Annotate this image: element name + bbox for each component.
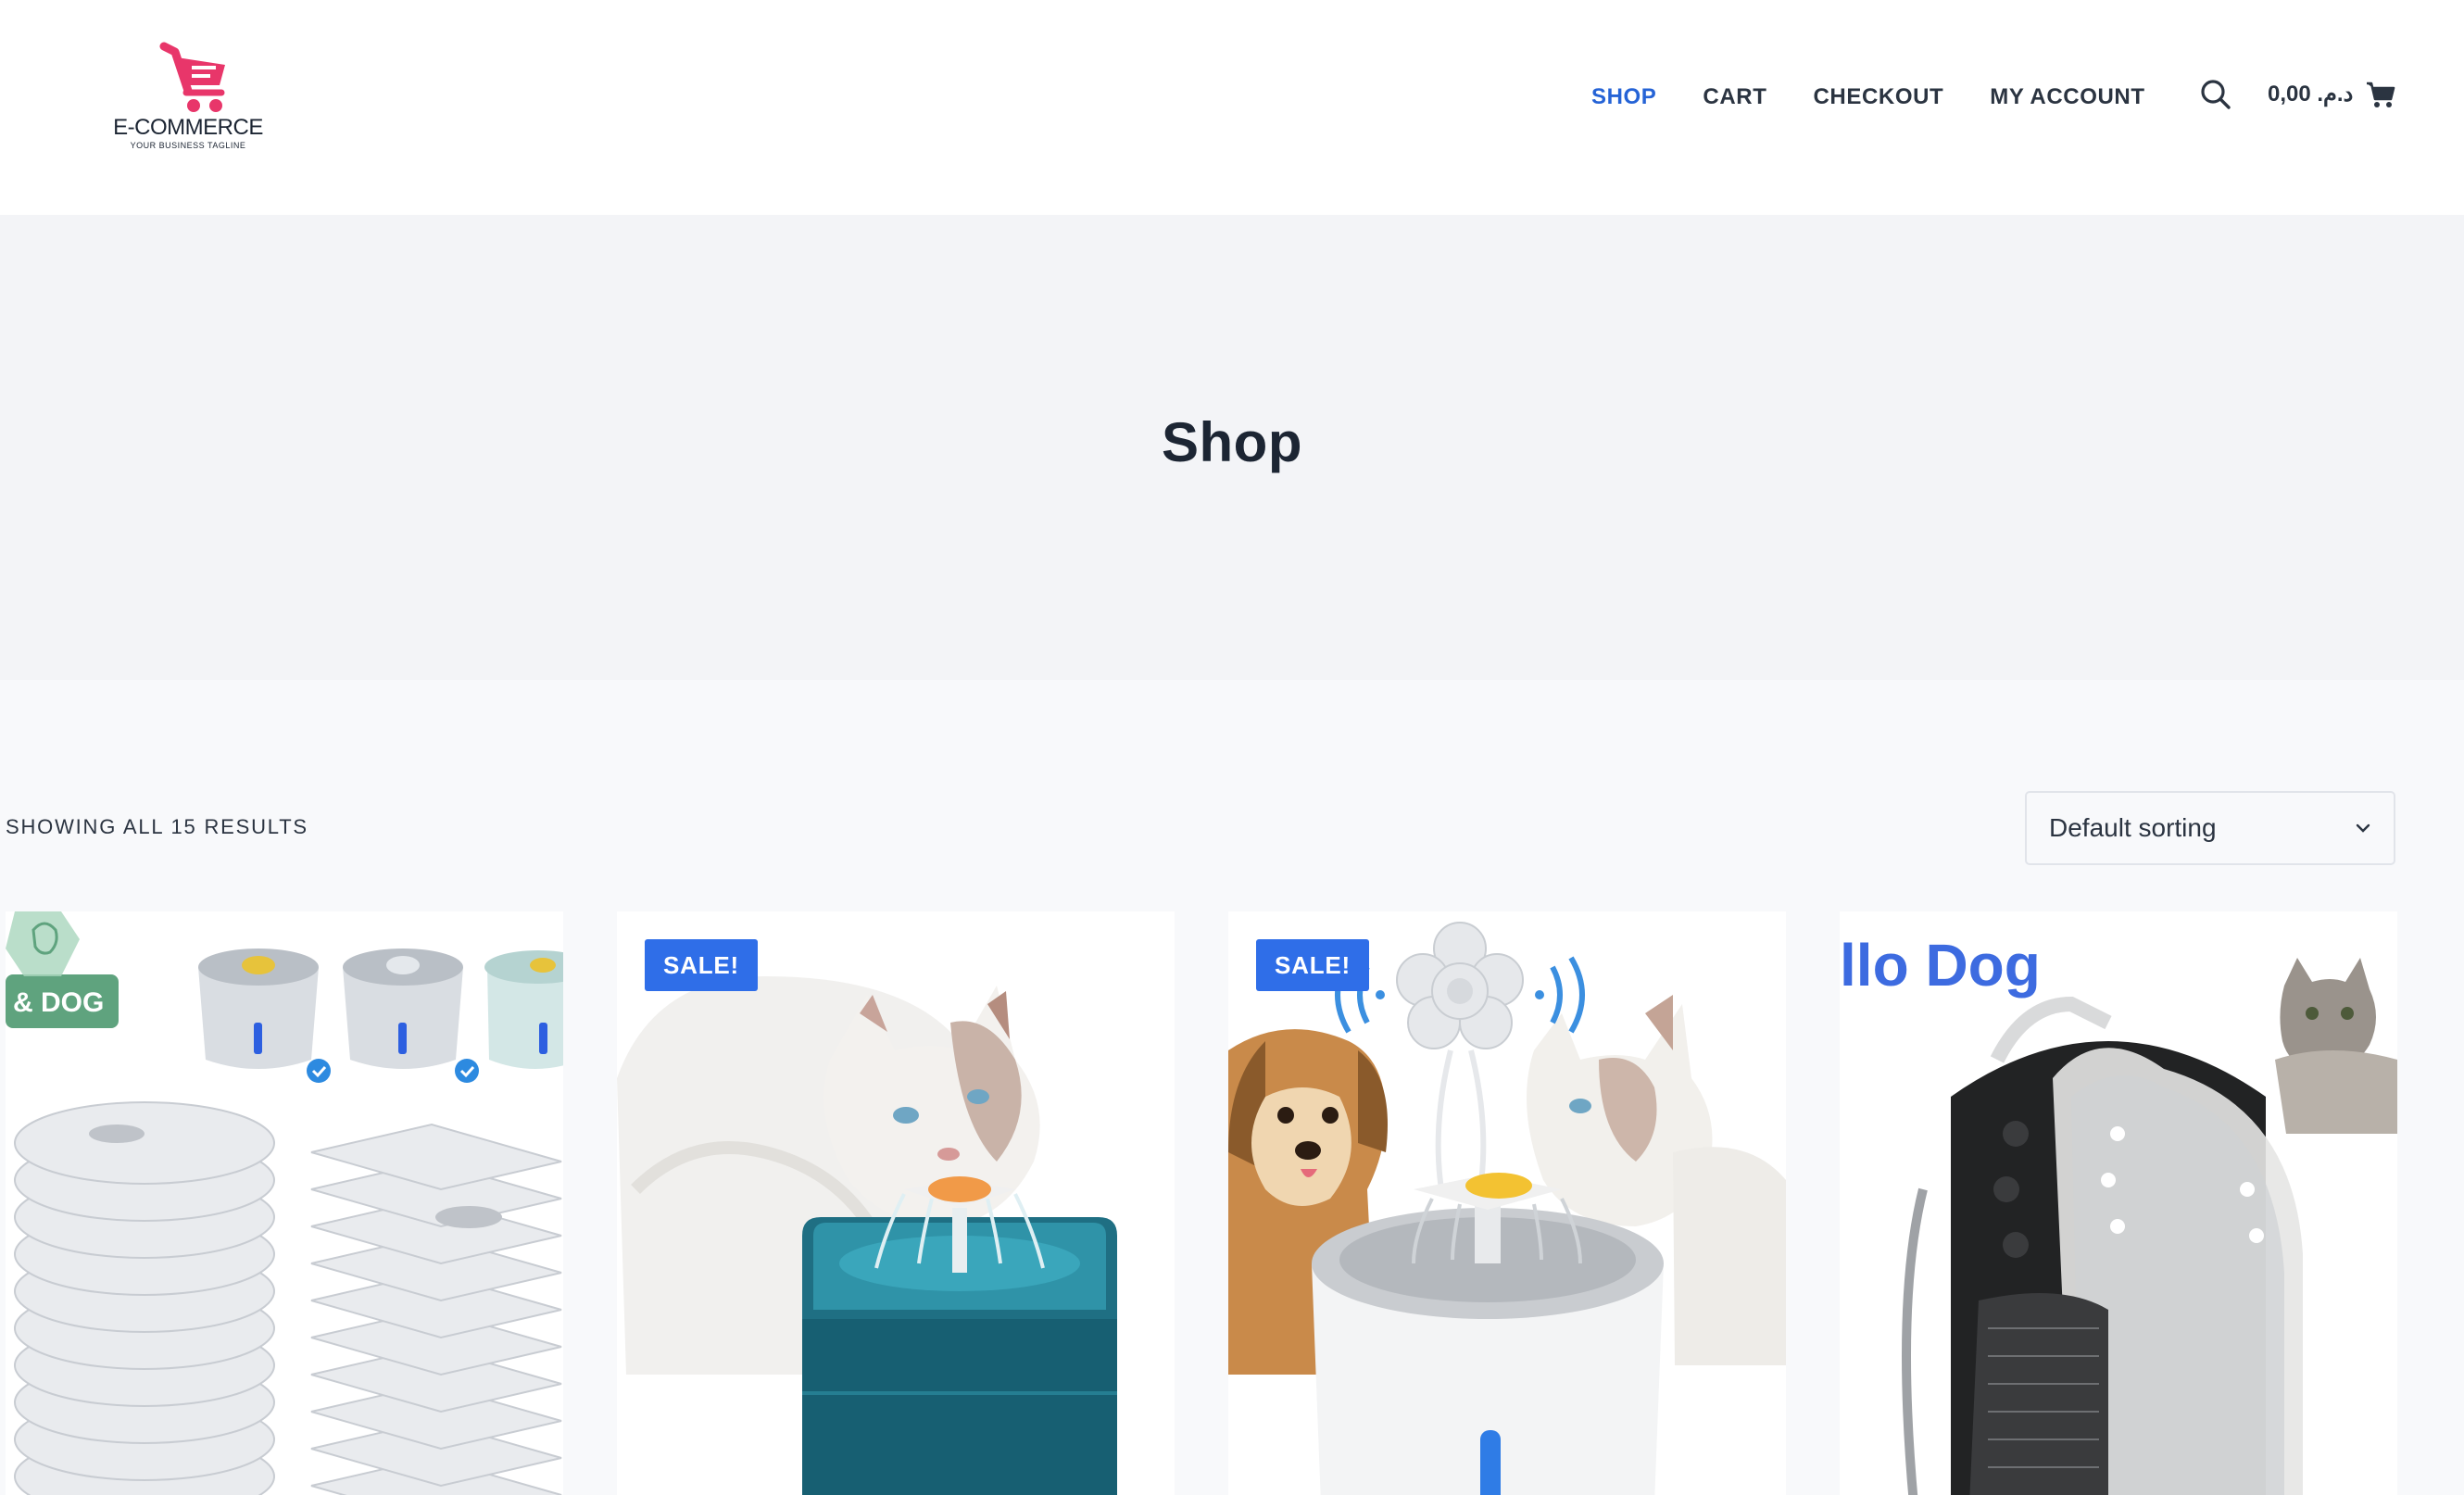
chevron-down-icon	[2356, 823, 2370, 833]
product-image-text: llo Dog	[1840, 932, 2041, 999]
site-header: E-COMMERCE YOUR BUSINESS TAGLINE SHOP CA…	[0, 0, 2464, 215]
cart-icon	[2367, 82, 2395, 107]
product-image	[1228, 911, 1786, 1495]
nav-shop[interactable]: SHOP	[1591, 82, 1656, 113]
cart-button[interactable]	[2366, 76, 2399, 113]
product-card[interactable]: & DOG	[6, 911, 563, 1495]
product-card[interactable]: llo Dog	[1840, 911, 2397, 1495]
sale-badge: SALE!	[1256, 939, 1369, 991]
nav-my-account[interactable]: MY ACCOUNT	[1990, 82, 2144, 113]
logo-tagline: YOUR BUSINESS TAGLINE	[130, 141, 246, 150]
logo-name: E-COMMERCE	[113, 115, 263, 140]
sale-badge: SALE!	[645, 939, 758, 991]
product-image	[617, 911, 1175, 1495]
search-button[interactable]	[2197, 76, 2234, 113]
shopping-cart-logo-icon	[159, 42, 225, 112]
nav-cart[interactable]: CART	[1703, 82, 1766, 113]
header-actions: 0,00 .د.م	[2197, 76, 2399, 113]
page-hero: Shop	[0, 215, 2464, 680]
sort-selected-value: Default sorting	[2049, 813, 2217, 842]
main-nav: SHOP CART CHECKOUT MY ACCOUNT	[1591, 82, 2145, 113]
search-icon	[2201, 80, 2231, 109]
product-card[interactable]: SALE!	[1228, 911, 1786, 1495]
nav-checkout[interactable]: CHECKOUT	[1813, 82, 1943, 113]
result-count: SHOWING ALL 15 RESULTS	[6, 815, 308, 838]
page-title: Shop	[1162, 410, 1302, 473]
sort-select[interactable]: Default sorting	[2025, 791, 2395, 865]
product-image: & DOG	[6, 911, 563, 1495]
product-card[interactable]: SALE!	[617, 911, 1175, 1495]
site-logo[interactable]: E-COMMERCE YOUR BUSINESS TAGLINE	[109, 41, 267, 152]
cart-total[interactable]: 0,00 .د.م	[2268, 76, 2353, 113]
product-image-text: & DOG	[13, 987, 104, 1018]
product-image: llo Dog	[1840, 911, 2397, 1495]
